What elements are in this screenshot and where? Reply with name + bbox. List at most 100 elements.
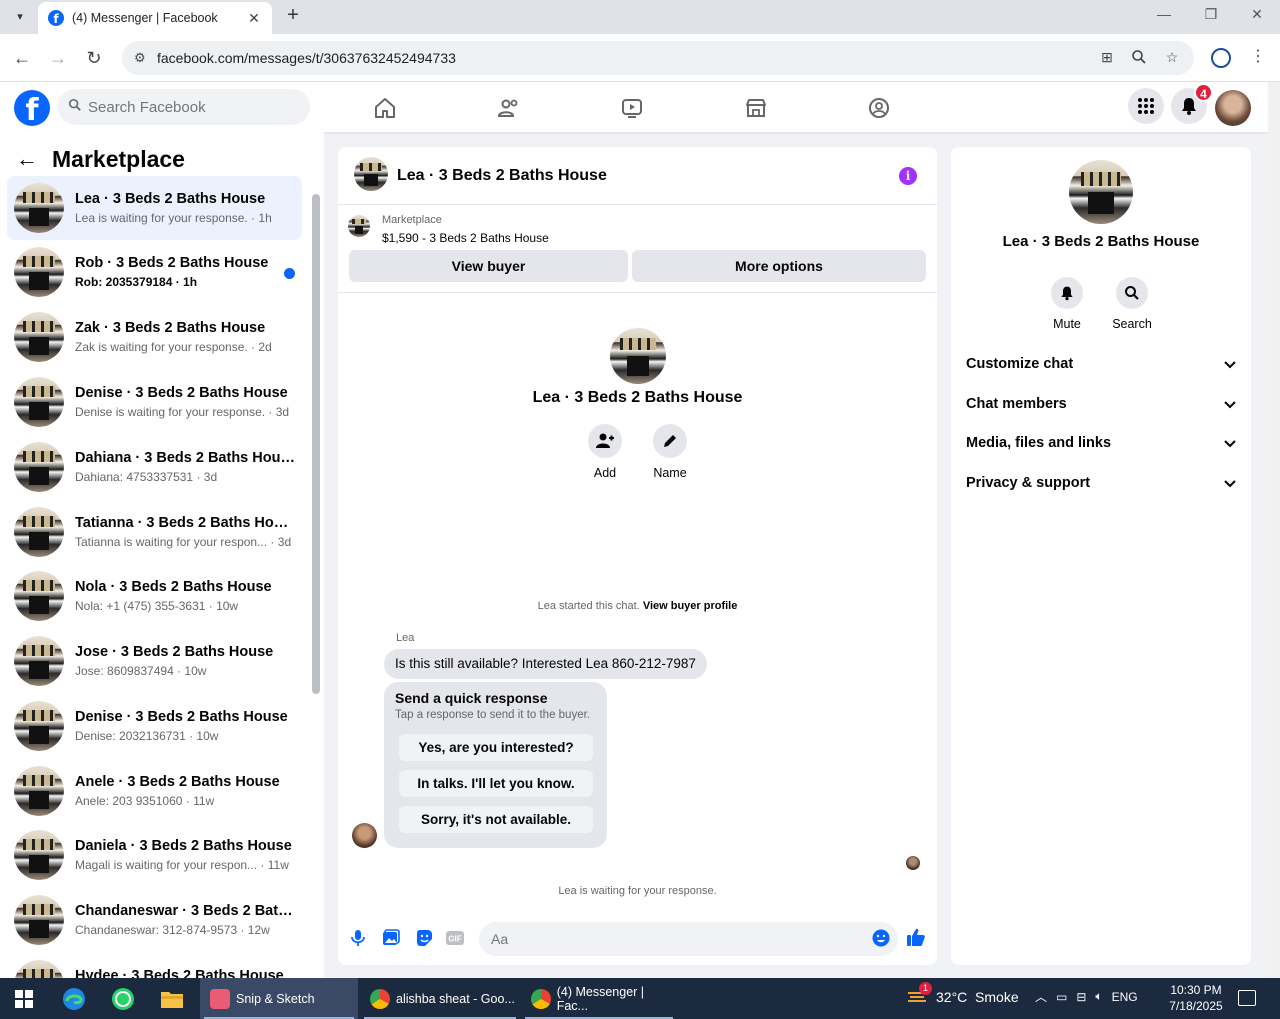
chat-title[interactable]: Lea · 3 Beds 2 Baths House — [397, 167, 607, 185]
volume-icon[interactable]: 🔈︎ — [1095, 989, 1102, 1004]
taskbar-app-snip-sketch[interactable]: Snip & Sketch — [200, 978, 358, 1019]
scrollbar-thumb[interactable] — [312, 194, 320, 694]
mute-button[interactable]: Mute — [1037, 277, 1097, 331]
conversation-item[interactable]: Hydee · 3 Beds 2 Baths House — [7, 953, 302, 978]
browser-tab-active[interactable]: f (4) Messenger | Facebook ✕ — [38, 2, 272, 34]
file-explorer-icon[interactable] — [159, 986, 185, 1012]
details-avatar[interactable] — [1069, 160, 1133, 224]
facebook-search[interactable] — [58, 89, 310, 125]
conversation-item[interactable]: Zak · 3 Beds 2 Baths House Zak is waitin… — [7, 305, 302, 369]
gif-icon[interactable]: GIF — [445, 928, 465, 948]
facebook-logo-icon[interactable]: f — [14, 90, 50, 126]
bookmark-star-icon[interactable]: ☆ — [1163, 49, 1181, 67]
url-text[interactable]: facebook.com/messages/t/3063763245249473… — [157, 50, 456, 66]
view-buyer-profile-link[interactable]: View buyer profile — [643, 600, 738, 612]
conversation-info-icon[interactable]: i — [899, 167, 917, 185]
windows-start-icon[interactable] — [11, 986, 37, 1012]
listing-thumbnail — [14, 766, 64, 816]
video-icon[interactable] — [619, 95, 645, 121]
waiting-notice: Lea is waiting for your response. — [558, 885, 717, 897]
listing-price[interactable]: $1,590 - 3 Beds 2 Baths House — [382, 231, 549, 245]
account-avatar[interactable] — [1215, 90, 1251, 126]
quick-response-button[interactable]: Yes, are you interested? — [399, 734, 593, 761]
chevron-down-icon — [1224, 436, 1236, 451]
network-icon[interactable]: ⊟ — [1076, 990, 1086, 1004]
language-indicator[interactable]: ENG — [1112, 990, 1138, 1004]
section-label: Media, files and links — [966, 435, 1112, 451]
emoji-icon[interactable] — [871, 928, 891, 948]
conversation-item[interactable]: Rob · 3 Beds 2 Baths House Rob: 20353791… — [7, 240, 302, 304]
whatsapp-icon[interactable] — [110, 986, 136, 1012]
conversation-item[interactable]: Nola · 3 Beds 2 Baths House Nola: +1 (47… — [7, 564, 302, 628]
search-input[interactable] — [88, 89, 298, 125]
page-scrollbar[interactable] — [1268, 82, 1280, 978]
taskbar-app-chrome-sheet[interactable]: alishba sheat - Goo... — [360, 978, 520, 1019]
gaming-icon[interactable] — [866, 95, 892, 121]
taskbar-app-label: (4) Messenger | Fac... — [556, 984, 645, 1013]
back-arrow-icon[interactable]: ← — [16, 146, 38, 172]
weather-text: 32°C Smoke — [936, 989, 1019, 1005]
section-customize-chat[interactable]: Customize chat — [966, 352, 1236, 376]
conversation-item[interactable]: Chandaneswar · 3 Beds 2 Baths ... Chanda… — [7, 888, 302, 952]
microphone-icon[interactable] — [348, 928, 368, 948]
action-center-icon[interactable] — [1238, 990, 1256, 1006]
name-button[interactable]: Name — [638, 424, 702, 480]
home-icon[interactable] — [372, 95, 398, 121]
close-tab-icon[interactable]: ✕ — [246, 10, 262, 27]
message-input[interactable] — [479, 922, 898, 956]
windows-taskbar: Snip & Sketch alishba sheat - Goo... (4)… — [0, 978, 1280, 1019]
install-app-icon[interactable]: ⊞ — [1098, 49, 1116, 67]
chat-avatar[interactable] — [354, 157, 388, 191]
conversation-snippet: Denise is waiting for your response. · 3… — [75, 405, 290, 419]
add-button[interactable]: Add — [573, 424, 637, 480]
restore-icon[interactable]: ❐ — [1196, 6, 1226, 26]
chat-panel: Lea · 3 Beds 2 Baths House i Marketplace… — [338, 147, 937, 965]
conversation-item[interactable]: Denise · 3 Beds 2 Baths House Denise is … — [7, 370, 302, 434]
conversation-item[interactable]: Lea · 3 Beds 2 Baths House Lea is waitin… — [7, 176, 302, 240]
meet-now-icon[interactable]: ▭ — [1056, 990, 1067, 1004]
section-privacy-support[interactable]: Privacy & support — [966, 471, 1236, 495]
menu-grid-icon[interactable] — [1128, 88, 1164, 124]
conversation-item[interactable]: Dahiana · 3 Beds 2 Baths House Dahiana: … — [7, 435, 302, 499]
conversation-item[interactable]: Jose · 3 Beds 2 Baths House Jose: 860983… — [7, 629, 302, 693]
marketplace-icon[interactable] — [743, 95, 769, 121]
view-buyer-button[interactable]: View buyer — [349, 250, 628, 282]
like-thumb-icon[interactable] — [906, 927, 926, 947]
system-tray: ︿ ▭ ⊟ 🔈︎ ENG — [1035, 988, 1138, 1005]
section-media-files-links[interactable]: Media, files and links — [966, 431, 1236, 455]
conversation-item[interactable]: Anele · 3 Beds 2 Baths House Anele: 203 … — [7, 759, 302, 823]
clock[interactable]: 10:30 PM 7/18/2025 — [1166, 982, 1226, 1014]
conversation-item[interactable]: Daniela · 3 Beds 2 Baths House Magali is… — [7, 823, 302, 887]
quick-response-button[interactable]: Sorry, it's not available. — [399, 806, 593, 833]
browser-profile-icon[interactable] — [1211, 48, 1231, 68]
section-chat-members[interactable]: Chat members — [966, 392, 1236, 416]
conversation-item[interactable]: Denise · 3 Beds 2 Baths House Denise: 20… — [7, 694, 302, 758]
conversation-item[interactable]: Tatianna · 3 Beds 2 Baths House Tatianna… — [7, 500, 302, 564]
friends-icon[interactable] — [496, 95, 522, 121]
more-options-button[interactable]: More options — [632, 250, 926, 282]
chevron-up-icon[interactable]: ︿ — [1035, 988, 1047, 1005]
profile-avatar[interactable] — [610, 328, 666, 384]
site-info-icon[interactable]: ⚙ — [134, 50, 146, 66]
browser-menu-icon[interactable]: ⋮ — [1250, 46, 1266, 66]
search-in-chat-button[interactable]: Search — [1102, 277, 1162, 331]
panel-title: Marketplace — [52, 145, 185, 172]
forward-arrow-icon[interactable]: → — [48, 48, 68, 68]
sticker-icon[interactable] — [414, 928, 434, 948]
weather-widget[interactable]: 1 32°C Smoke — [906, 982, 1019, 1007]
new-tab-button[interactable]: + — [282, 5, 304, 27]
taskbar-app-chrome-messenger[interactable]: (4) Messenger | Fac... — [521, 978, 677, 1019]
minimize-icon[interactable]: — — [1149, 6, 1179, 26]
window-close-icon[interactable]: ✕ — [1242, 6, 1272, 26]
conversation-list-scrollbar[interactable] — [312, 182, 320, 978]
photo-icon[interactable] — [381, 928, 401, 948]
back-arrow-icon[interactable]: ← — [12, 48, 32, 68]
quick-response-button[interactable]: In talks. I'll let you know. — [399, 770, 593, 797]
zoom-icon[interactable] — [1130, 49, 1148, 67]
address-bar[interactable]: ⚙ facebook.com/messages/t/30637632452494… — [122, 41, 1194, 75]
conversation-name: Denise · 3 Beds 2 Baths House — [75, 385, 288, 401]
conversation-name: Rob · 3 Beds 2 Baths House — [75, 255, 269, 271]
tab-search-button[interactable]: ▾ — [8, 5, 32, 27]
edge-browser-icon[interactable] — [61, 986, 87, 1012]
reload-icon[interactable]: ↻ — [84, 48, 104, 68]
